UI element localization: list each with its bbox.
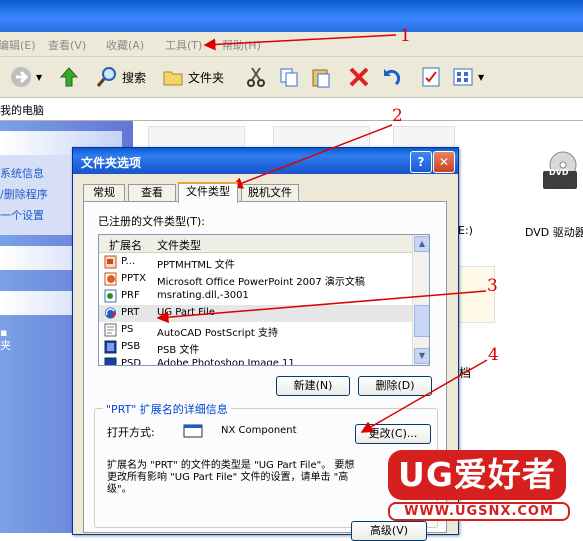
arrow-1	[203, 34, 397, 51]
annotation-4: 4	[488, 345, 499, 365]
annotation-1: 1	[400, 26, 411, 46]
arrow-3	[156, 290, 487, 324]
watermark-brand: UG爱好者	[388, 450, 566, 500]
arrow-4	[360, 359, 488, 433]
annotation-3: 3	[487, 276, 498, 296]
arrow-2	[230, 124, 393, 189]
ugsnx-watermark: UG爱好者 WWW.UGSNX.COM	[388, 450, 570, 522]
annotation-2: 2	[392, 106, 403, 126]
watermark-url: WWW.UGSNX.COM	[388, 502, 570, 521]
tab-file-types[interactable]: 文件类型	[178, 182, 238, 203]
